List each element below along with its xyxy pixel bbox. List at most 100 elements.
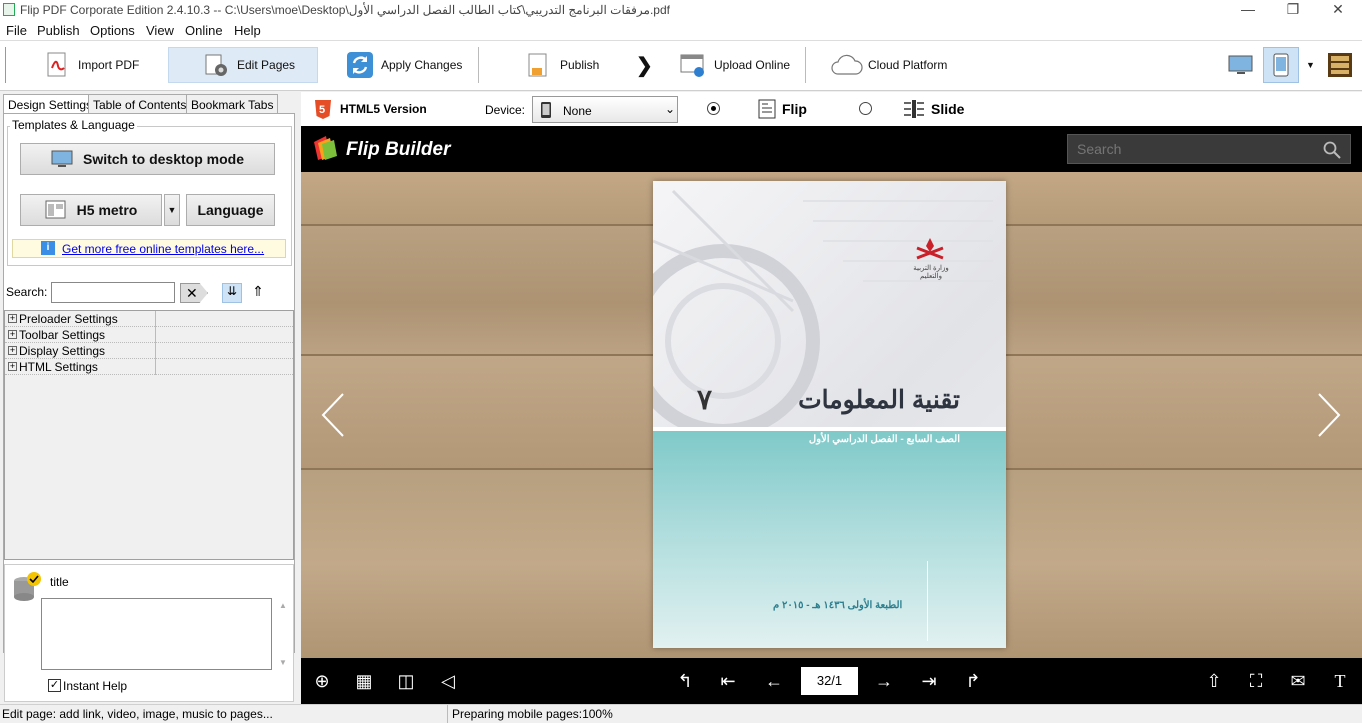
thumbnails-icon[interactable]: ▦ — [353, 670, 375, 692]
menu-publish[interactable]: Publish — [37, 23, 80, 38]
import-pdf-button[interactable]: Import PDF — [44, 47, 139, 83]
pdf-file-icon — [44, 52, 70, 78]
upload-online-button[interactable]: Upload Online — [680, 47, 790, 83]
bookshelf-icon[interactable] — [1328, 47, 1352, 83]
switch-desktop-button[interactable]: Switch to desktop mode — [20, 143, 275, 175]
menu-view[interactable]: View — [146, 23, 174, 38]
mobile-view-button[interactable] — [1263, 47, 1299, 83]
template-dropdown-button[interactable]: ▼ — [164, 194, 180, 226]
cloud-platform-label: Cloud Platform — [868, 58, 948, 72]
scroll-down-icon[interactable]: ▼ — [279, 658, 287, 667]
ministry-emblem: وزارة التربية والتعليم — [913, 236, 949, 286]
title-bar: Flip PDF Corporate Edition 2.4.10.3 -- C… — [0, 0, 1362, 20]
upload-icon — [680, 52, 706, 78]
app-icon — [3, 3, 15, 16]
next-page-arrow-icon[interactable] — [1315, 392, 1343, 438]
apply-changes-button[interactable]: Apply Changes — [347, 47, 462, 83]
book-search-box[interactable] — [1067, 134, 1351, 164]
flipbook-bottom-bar: ⊕ ▦ ◫ ◁ ↰ ⇤ ← 32/1 → ⇥ ↱ ⇧ ⛶ ✉ T — [301, 658, 1362, 704]
edit-pages-button[interactable]: Edit Pages — [168, 47, 318, 83]
left-settings-panel: Design Settings Table of Contents Bookma… — [0, 92, 299, 704]
tree-item-preloader[interactable]: + Preloader Settings — [5, 311, 293, 327]
book-edition: الطبعة الأولى ١٤٣٦ هـ - ٢٠١٥ م — [773, 600, 903, 611]
share-icon[interactable]: ⇧ — [1203, 670, 1225, 692]
tab-bookmark-tabs[interactable]: Bookmark Tabs — [186, 94, 279, 113]
first-page-rtl-icon[interactable]: ↰ — [674, 670, 696, 692]
x-icon: ✕ — [186, 285, 198, 301]
language-button[interactable]: Language — [186, 194, 275, 226]
more-templates-bar: i Get more free online templates here... — [12, 239, 286, 258]
first-page-icon[interactable]: ⇤ — [717, 670, 739, 692]
expand-all-icon[interactable]: ⇊ — [222, 283, 242, 303]
publish-button[interactable]: Publish — [526, 47, 599, 83]
more-templates-link[interactable]: Get more free online templates here... — [62, 242, 264, 256]
tab-design-settings[interactable]: Design Settings — [3, 94, 98, 114]
search-input[interactable] — [51, 282, 175, 303]
status-right: Preparing mobile pages:100% — [452, 707, 613, 721]
main-toolbar: Import PDF Edit Pages Apply Changes Publ… — [0, 41, 1362, 91]
email-icon[interactable]: ✉ — [1287, 670, 1309, 692]
book-cover[interactable]: وزارة التربية والتعليم ٧ تقنية المعلومات… — [653, 181, 1006, 648]
monitor-icon — [1228, 55, 1253, 74]
book-search-input[interactable] — [1068, 135, 1308, 163]
template-name: H5 metro — [76, 202, 138, 218]
last-page-icon[interactable]: ⇥ — [918, 670, 940, 692]
view-dropdown-arrow-icon[interactable]: ▼ — [1306, 47, 1315, 83]
menu-options[interactable]: Options — [90, 23, 135, 38]
tree-item-display[interactable]: + Display Settings — [5, 343, 293, 359]
window-title: Flip PDF Corporate Edition 2.4.10.3 -- C… — [20, 3, 670, 17]
flipbook-stage: Flip Builder وزارة التربية والتعليم ٧ تق… — [301, 126, 1362, 704]
close-button[interactable]: ✕ — [1316, 0, 1360, 20]
next-page-icon[interactable]: → — [873, 670, 895, 692]
template-icon — [45, 200, 66, 219]
help-panel: title ▲ ▼ ✓ Instant Help — [4, 564, 294, 702]
sound-icon[interactable]: ◁ — [437, 670, 459, 692]
switch-desktop-label: Switch to desktop mode — [82, 151, 244, 167]
svg-text:5: 5 — [319, 104, 325, 116]
maximize-button[interactable]: ❐ — [1271, 0, 1315, 20]
desktop-view-button[interactable] — [1228, 47, 1254, 83]
device-value: None — [563, 104, 592, 118]
fullscreen-icon[interactable]: ⛶ — [1245, 670, 1267, 692]
help-text-area[interactable] — [41, 598, 272, 670]
menu-help[interactable]: Help — [234, 23, 261, 38]
info-icon: i — [41, 241, 55, 255]
minimize-button[interactable]: — — [1226, 0, 1270, 20]
refresh-icon — [347, 52, 373, 78]
flip-book-icon — [758, 99, 776, 119]
database-check-icon — [14, 572, 41, 601]
instant-help-label: Instant Help — [63, 679, 128, 693]
cloud-platform-button[interactable]: Cloud Platform — [830, 47, 947, 83]
previous-page-icon[interactable]: ← — [763, 670, 785, 692]
text-icon[interactable]: T — [1329, 670, 1351, 692]
device-select[interactable]: None ⌄ — [532, 96, 678, 123]
publish-label: Publish — [560, 58, 600, 72]
template-select-button[interactable]: H5 metro — [20, 194, 162, 226]
book-title: تقنية المعلومات — [798, 386, 960, 414]
slide-radio[interactable] — [859, 102, 872, 115]
single-page-icon[interactable]: ◫ — [395, 670, 417, 692]
tree-item-html[interactable]: + HTML Settings — [5, 359, 293, 375]
upload-online-label: Upload Online — [714, 58, 791, 72]
search-icon[interactable] — [1323, 141, 1341, 159]
expand-icon: + — [8, 345, 17, 355]
scroll-up-icon[interactable]: ▲ — [279, 601, 287, 610]
expand-icon: + — [8, 313, 17, 323]
brand-name: Flip Builder — [346, 139, 451, 160]
slide-icon — [904, 100, 924, 118]
prev-page-arrow-icon[interactable] — [319, 392, 347, 438]
tree-item-toolbar[interactable]: + Toolbar Settings — [5, 327, 293, 343]
collapse-all-icon[interactable]: ⇑ — [248, 283, 268, 303]
tab-table-of-contents[interactable]: Table of Contents — [88, 94, 192, 113]
templates-group-title: Templates & Language — [10, 118, 137, 132]
edit-pages-label: Edit Pages — [237, 58, 296, 72]
menu-file[interactable]: File — [6, 23, 27, 38]
flipbook-top-bar: Flip Builder — [301, 126, 1362, 172]
flip-radio[interactable] — [707, 102, 720, 115]
zoom-in-icon[interactable]: ⊕ — [311, 670, 333, 692]
page-indicator[interactable]: 32/1 — [801, 667, 858, 695]
last-page-rtl-icon[interactable]: ↱ — [962, 670, 984, 692]
instant-help-checkbox[interactable]: ✓ — [48, 679, 61, 692]
monitor-icon — [51, 150, 73, 167]
menu-online[interactable]: Online — [185, 23, 223, 38]
